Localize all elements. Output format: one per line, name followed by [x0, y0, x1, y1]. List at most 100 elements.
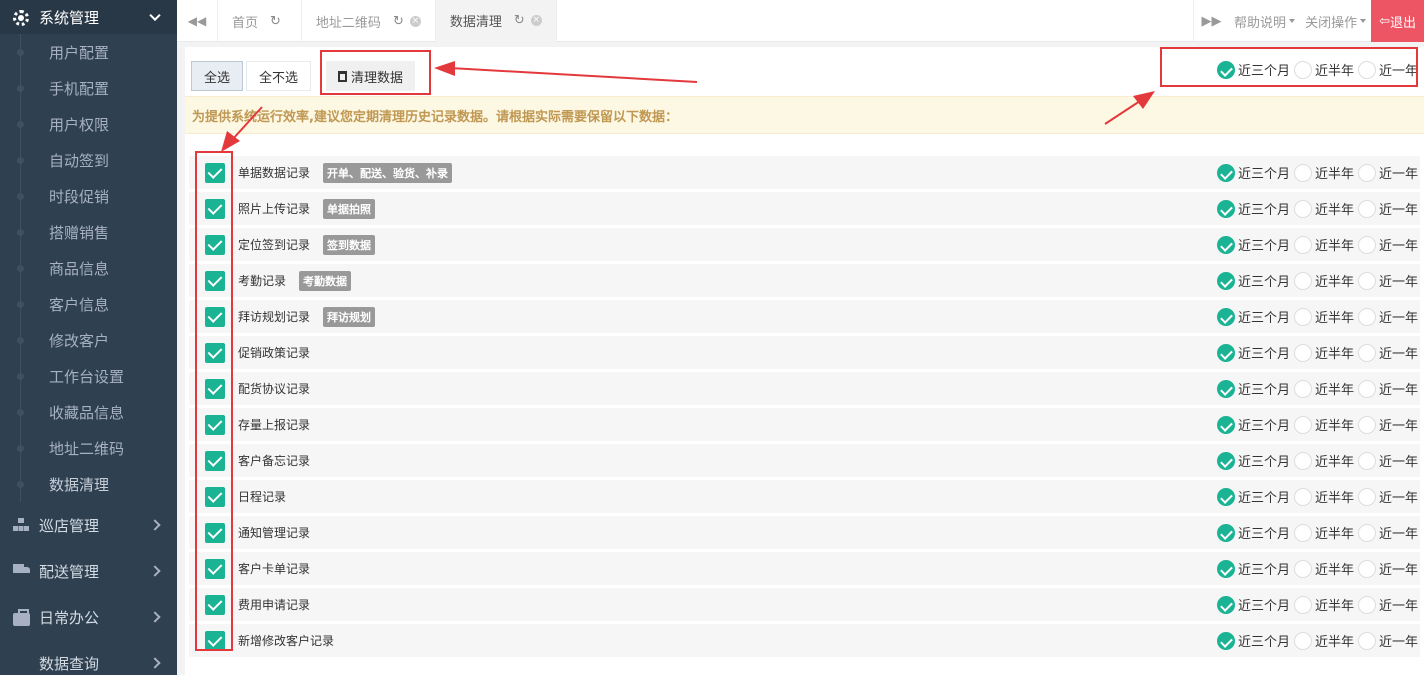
refresh-icon[interactable]: ↻: [514, 13, 525, 28]
sidebar-item-label: 自动签到: [49, 151, 110, 170]
tab-home[interactable]: 首页 ↻: [218, 0, 302, 42]
close-ops-label: 关闭操作: [1305, 15, 1358, 31]
sidebar-item-time-promo[interactable]: 时段促销: [0, 178, 177, 214]
period-radio-1y[interactable]: 近一年: [1357, 523, 1418, 542]
period-radio-3m[interactable]: 近三个月: [1216, 199, 1290, 218]
period-radio-6m[interactable]: 近半年: [1293, 523, 1354, 542]
refresh-icon[interactable]: ↻: [393, 14, 404, 29]
select-none-button[interactable]: 全不选: [246, 61, 312, 91]
period-radio-1y[interactable]: 近一年: [1357, 451, 1418, 470]
period-radio-1y[interactable]: 近一年: [1357, 559, 1418, 578]
period-radio-3m[interactable]: 近三个月: [1216, 235, 1290, 254]
check-circle-icon: [1216, 343, 1235, 362]
radio-circle-icon: [1293, 163, 1312, 182]
period-radio-6m[interactable]: 近半年: [1293, 595, 1354, 614]
tab-scroll-left-button[interactable]: ◀◀: [177, 0, 218, 42]
gears-icon: [13, 10, 31, 26]
dot-icon: [17, 193, 24, 200]
period-radio-3m[interactable]: 近三个月: [1216, 595, 1290, 614]
period-radio-1y[interactable]: 近一年: [1357, 235, 1418, 254]
period-radio-3m[interactable]: 近三个月: [1216, 487, 1290, 506]
sidebar-group-delivery[interactable]: 配送管理: [0, 548, 177, 594]
sidebar-item-label: 时段促销: [49, 187, 110, 206]
caret-down-icon: [1360, 19, 1367, 23]
close-icon[interactable]: ×: [530, 15, 542, 26]
period-radio-1y[interactable]: 近一年: [1357, 631, 1418, 650]
check-circle-icon: [1216, 235, 1235, 254]
sidebar-group-office[interactable]: 日常办公: [0, 594, 177, 640]
tab-scroll-right-button[interactable]: ▶▶: [1193, 0, 1229, 42]
period-label: 近半年: [1314, 383, 1354, 398]
radio-circle-icon: [1293, 235, 1312, 254]
period-radio-6m[interactable]: 近半年: [1293, 415, 1354, 434]
row-period-selector: 近三个月 近半年 近一年: [1213, 235, 1418, 254]
record-badge: 签到数据: [323, 234, 376, 255]
period-radio-6m[interactable]: 近半年: [1293, 631, 1354, 650]
period-radio-3m[interactable]: 近三个月: [1216, 451, 1290, 470]
sidebar-item-customer-info[interactable]: 客户信息: [0, 286, 177, 322]
sidebar-item-label: 客户信息: [49, 295, 110, 314]
radio-circle-icon: [1293, 307, 1312, 326]
sign-out-icon: ⇦: [1379, 13, 1390, 29]
period-radio-6m[interactable]: 近半年: [1293, 163, 1354, 182]
period-radio-6m[interactable]: 近半年: [1293, 487, 1354, 506]
sidebar-item-auto-checkin[interactable]: 自动签到: [0, 142, 177, 178]
sidebar-item-address-qrcode[interactable]: 地址二维码: [0, 430, 177, 466]
sidebar-group-system[interactable]: 系统管理: [0, 0, 177, 34]
period-radio-3m[interactable]: 近三个月: [1216, 631, 1290, 650]
period-radio-3m[interactable]: 近三个月: [1216, 415, 1290, 434]
period-radio-3m[interactable]: 近三个月: [1216, 271, 1290, 290]
period-radio-6m[interactable]: 近半年: [1293, 199, 1354, 218]
check-circle-icon: [1216, 523, 1235, 542]
period-radio-1y[interactable]: 近一年: [1357, 307, 1418, 326]
period-radio-1y[interactable]: 近一年: [1357, 271, 1418, 290]
sidebar-item-user-config[interactable]: 用户配置: [0, 34, 177, 70]
sidebar-item-phone-config[interactable]: 手机配置: [0, 70, 177, 106]
period-radio-1y[interactable]: 近一年: [1357, 163, 1418, 182]
period-radio-3m[interactable]: 近三个月: [1216, 307, 1290, 326]
period-radio-6m[interactable]: 近半年: [1293, 271, 1354, 290]
sidebar-item-data-cleanup[interactable]: 数据清理: [0, 466, 177, 502]
period-radio-1y[interactable]: 近一年: [1357, 595, 1418, 614]
sidebar-item-edit-customer[interactable]: 修改客户: [0, 322, 177, 358]
period-label: 近三个月: [1237, 563, 1290, 578]
close-icon[interactable]: ×: [409, 15, 421, 27]
radio-circle-icon: [1293, 451, 1312, 470]
period-radio-1y[interactable]: 近一年: [1357, 415, 1418, 434]
period-radio-3m[interactable]: 近三个月: [1216, 523, 1290, 542]
period-radio-1y[interactable]: 近一年: [1357, 487, 1418, 506]
period-label: 近半年: [1314, 635, 1354, 650]
record-row: 客户备忘记录 近三个月 近半年 近一年: [189, 444, 1420, 477]
help-dropdown[interactable]: 帮助说明: [1229, 0, 1300, 42]
sidebar-item-user-permission[interactable]: 用户权限: [0, 106, 177, 142]
sidebar-item-bundle-sales[interactable]: 搭赠销售: [0, 214, 177, 250]
sidebar-item-label: 搭赠销售: [49, 223, 110, 242]
period-radio-1y[interactable]: 近一年: [1357, 379, 1418, 398]
tab-address-qrcode[interactable]: 地址二维码 ↻ ×: [302, 0, 436, 42]
tab-data-cleanup[interactable]: 数据清理 ↻ ×: [435, 0, 557, 42]
period-radio-6m[interactable]: 近半年: [1293, 307, 1354, 326]
period-radio-1y[interactable]: 近一年: [1357, 343, 1418, 362]
period-radio-3m[interactable]: 近三个月: [1216, 559, 1290, 578]
sidebar-item-label: 地址二维码: [49, 439, 125, 458]
period-radio-3m[interactable]: 近三个月: [1216, 163, 1290, 182]
record-row: 照片上传记录 单据拍照 近三个月 近半年 近一年: [189, 192, 1420, 225]
period-radio-1y[interactable]: 近一年: [1357, 199, 1418, 218]
period-radio-6m[interactable]: 近半年: [1293, 235, 1354, 254]
period-radio-3m[interactable]: 近三个月: [1216, 343, 1290, 362]
period-radio-6m[interactable]: 近半年: [1293, 451, 1354, 470]
period-radio-6m[interactable]: 近半年: [1293, 559, 1354, 578]
sidebar-item-workbench-settings[interactable]: 工作台设置: [0, 358, 177, 394]
sidebar-item-favorites-info[interactable]: 收藏品信息: [0, 394, 177, 430]
period-radio-6m[interactable]: 近半年: [1293, 379, 1354, 398]
sidebar-item-product-info[interactable]: 商品信息: [0, 250, 177, 286]
period-radio-6m[interactable]: 近半年: [1293, 343, 1354, 362]
period-radio-3m[interactable]: 近三个月: [1216, 379, 1290, 398]
sidebar-group-store-patrol[interactable]: 巡店管理: [0, 502, 177, 548]
close-ops-dropdown[interactable]: 关闭操作: [1300, 0, 1371, 42]
record-row: 客户卡单记录 近三个月 近半年 近一年: [189, 552, 1420, 585]
select-all-button[interactable]: 全选: [191, 61, 244, 91]
logout-button[interactable]: ⇦ 退出: [1371, 0, 1424, 42]
sidebar-group-data-query[interactable]: 数据查询: [0, 640, 177, 675]
refresh-icon[interactable]: ↻: [270, 14, 281, 29]
